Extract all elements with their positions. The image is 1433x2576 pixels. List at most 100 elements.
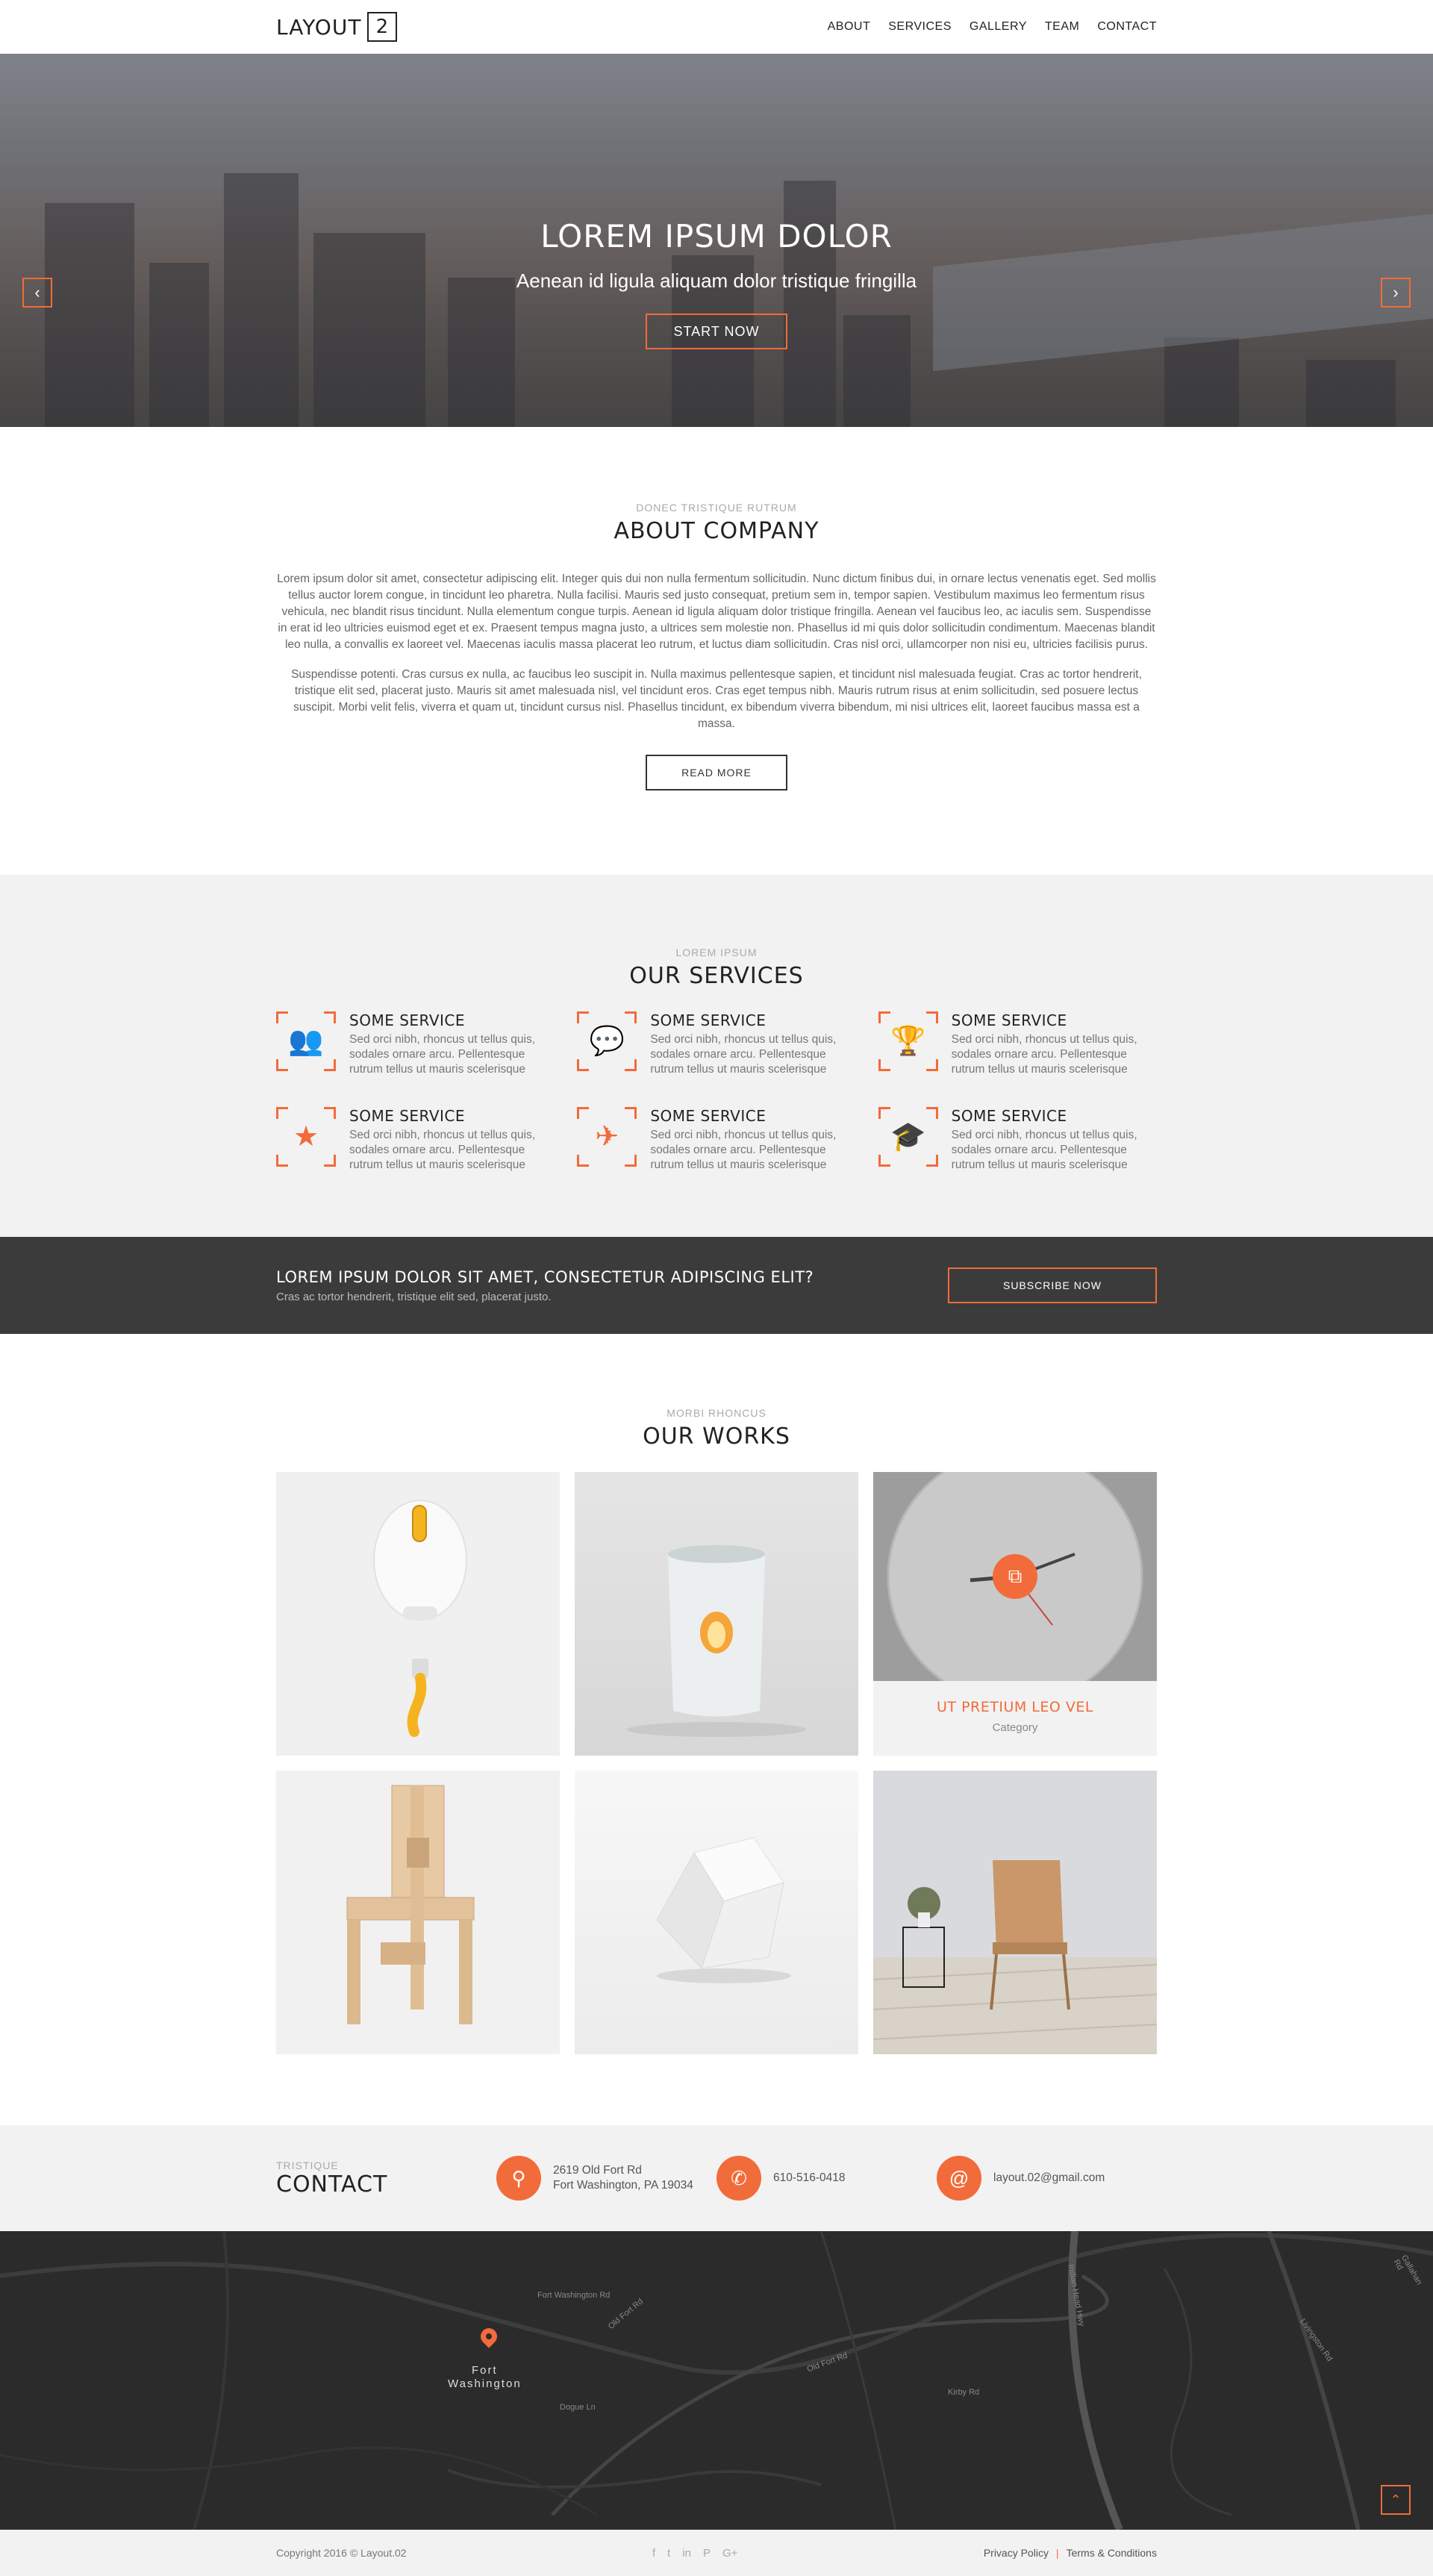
contact-address: ⚲ 2619 Old Fort Rd Fort Washington, PA 1… — [496, 2156, 716, 2201]
nav-contact[interactable]: CONTACT — [1097, 20, 1157, 34]
logo[interactable]: LAYOUT 2 — [276, 12, 398, 42]
works-title: OUR WORKS — [643, 1423, 790, 1450]
works-subtitle: MORBI RHONCUS — [666, 1407, 767, 1419]
service-item: ★ SOME SERVICE Sed orci nibh, rhoncus ut… — [276, 1107, 555, 1173]
scroll-to-top-button[interactable]: ⌃ — [1381, 2485, 1411, 2515]
services-subtitle: LOREM IPSUM — [675, 946, 758, 958]
graduation-cap-glyph: 🎓 — [890, 1121, 926, 1153]
terms-link[interactable]: Terms & Conditions — [1067, 2547, 1157, 2559]
contact-heading: TRISTIQUE CONTACT — [276, 2159, 496, 2198]
social-links: f t in P G+ — [652, 2547, 737, 2560]
service-item: 💬 SOME SERVICE Sed orci nibh, rhoncus ut… — [577, 1011, 855, 1077]
nav-team[interactable]: TEAM — [1045, 20, 1079, 34]
nav-gallery[interactable]: GALLERY — [970, 20, 1027, 34]
service-text: Sed orci nibh, rhoncus ut tellus quis, s… — [650, 1129, 837, 1171]
linkedin-icon[interactable]: in — [682, 2547, 691, 2560]
chat-icon: 💬 — [577, 1011, 637, 1071]
service-title: SOME SERVICE — [650, 1011, 767, 1029]
subscribe-banner: LOREM IPSUM DOLOR SIT AMET, CONSECTETUR … — [0, 1237, 1433, 1334]
users-glyph: 👥 — [288, 1026, 324, 1057]
work-caption: UT PRETIUM LEO VEL Category — [873, 1681, 1157, 1756]
works-section: MORBI RHONCUS OUR WORKS ⧉ UT PRETIUM LEO… — [0, 1334, 1433, 2125]
read-more-button[interactable]: READ MORE — [646, 755, 787, 790]
logo-text: LAYOUT — [276, 14, 362, 40]
service-item: 👥 SOME SERVICE Sed orci nibh, rhoncus ut… — [276, 1011, 555, 1077]
graduation-cap-icon: 🎓 — [878, 1107, 938, 1167]
about-section: DONEC TRISTIQUE RUTRUM ABOUT COMPANY Lor… — [0, 427, 1433, 875]
legal-separator: | — [1055, 2547, 1059, 2559]
phone-number[interactable]: 610-516-0418 — [773, 2171, 846, 2186]
legal-links: Privacy Policy | Terms & Conditions — [984, 2547, 1157, 2559]
pinterest-icon[interactable]: P — [703, 2547, 711, 2560]
users-icon: 👥 — [276, 1011, 336, 1071]
service-item: 🏆 SOME SERVICE Sed orci nibh, rhoncus ut… — [878, 1011, 1157, 1077]
logo-number: 2 — [367, 12, 398, 42]
cube-image — [656, 1837, 791, 1983]
star-glyph: ★ — [293, 1121, 319, 1153]
service-text: Sed orci nibh, rhoncus ut tellus quis, s… — [349, 1129, 535, 1171]
work-cube[interactable] — [575, 1771, 858, 2054]
street-label: Fort Washington Rd — [537, 2291, 611, 2300]
contact-phone: ✆ 610-516-0418 — [716, 2156, 937, 2201]
email-address[interactable]: layout.02@gmail.com — [993, 2171, 1105, 2186]
address-line-2: Fort Washington, PA 19034 — [553, 2179, 693, 2192]
twitter-icon[interactable]: t — [667, 2547, 670, 2560]
services-grid: 👥 SOME SERVICE Sed orci nibh, rhoncus ut… — [276, 1011, 1157, 1173]
privacy-policy-link[interactable]: Privacy Policy — [984, 2547, 1049, 2559]
hero-subtitle: Aenean id ligula aliquam dolor tristique… — [516, 269, 917, 292]
chat-glyph: 💬 — [589, 1026, 625, 1057]
cta-title: LOREM IPSUM DOLOR SIT AMET, CONSECTETUR … — [276, 1267, 814, 1286]
town-line-2: Washington — [448, 2377, 522, 2390]
contact-email: @ layout.02@gmail.com — [937, 2156, 1157, 2201]
contact-title: CONTACT — [276, 2171, 388, 2198]
address-line-1: 2619 Old Fort Rd — [553, 2164, 642, 2177]
work-chair[interactable] — [276, 1771, 560, 2054]
service-item: ✈ SOME SERVICE Sed orci nibh, rhoncus ut… — [577, 1107, 855, 1173]
work-interior[interactable] — [873, 1771, 1157, 2054]
chevron-up-icon: ⌃ — [1390, 2492, 1402, 2507]
hero-content: LOREM IPSUM DOLOR Aenean id ligula aliqu… — [0, 218, 1433, 349]
service-title: SOME SERVICE — [349, 1107, 466, 1125]
contact-subtitle: TRISTIQUE — [276, 2159, 339, 2171]
main-nav: ABOUT SERVICES GALLERY TEAM CONTACT — [828, 20, 1157, 34]
map[interactable]: Old Fort Rd Fort Washington Rd Old Fort … — [0, 2231, 1433, 2530]
about-title: ABOUT COMPANY — [614, 518, 819, 544]
work-candle[interactable] — [575, 1472, 858, 1756]
service-title: SOME SERVICE — [951, 1107, 1067, 1125]
star-icon: ★ — [276, 1107, 336, 1167]
plane-glyph: ✈ — [595, 1121, 619, 1153]
google-plus-icon[interactable]: G+ — [722, 2547, 737, 2560]
service-text: Sed orci nibh, rhoncus ut tellus quis, s… — [650, 1033, 837, 1076]
nav-services[interactable]: SERVICES — [888, 20, 952, 34]
service-title: SOME SERVICE — [951, 1011, 1067, 1029]
map-pin-icon: ⚲ — [496, 2156, 541, 2201]
interior-image — [873, 1860, 1157, 2054]
work-mouse[interactable] — [276, 1472, 560, 1756]
street-label: Dogue Ln — [560, 2403, 596, 2412]
facebook-icon[interactable]: f — [652, 2547, 655, 2560]
external-link-icon[interactable]: ⧉ — [993, 1554, 1037, 1599]
work-clock[interactable]: ⧉ UT PRETIUM LEO VEL Category — [873, 1472, 1157, 1756]
map-town-label: Fort Washington — [448, 2364, 522, 2391]
start-now-button[interactable]: START NOW — [646, 314, 787, 349]
work-caption-category: Category — [992, 1721, 1038, 1734]
about-paragraph-1: Lorem ipsum dolor sit amet, consectetur … — [277, 573, 1156, 651]
contact-section: TRISTIQUE CONTACT ⚲ 2619 Old Fort Rd For… — [0, 2125, 1433, 2231]
town-line-1: Fort — [471, 2364, 498, 2377]
service-text: Sed orci nibh, rhoncus ut tellus quis, s… — [951, 1129, 1137, 1171]
map-roads — [0, 2231, 1433, 2530]
hero-slider: ‹ › LOREM IPSUM DOLOR Aenean id ligula a… — [0, 54, 1433, 427]
nav-about[interactable]: ABOUT — [828, 20, 871, 34]
service-text: Sed orci nibh, rhoncus ut tellus quis, s… — [951, 1033, 1137, 1076]
at-icon: @ — [937, 2156, 981, 2201]
works-grid: ⧉ UT PRETIUM LEO VEL Category — [276, 1472, 1157, 2054]
work-caption-title[interactable]: UT PRETIUM LEO VEL — [873, 1699, 1157, 1715]
plane-icon: ✈ — [577, 1107, 637, 1167]
candle-image — [627, 1545, 806, 1737]
subscribe-now-button[interactable]: SUBSCRIBE NOW — [948, 1267, 1157, 1303]
chair-image — [346, 1785, 475, 2024]
hero-title: LOREM IPSUM DOLOR — [540, 218, 893, 255]
site-footer: Copyright 2016 © Layout.02 f t in P G+ P… — [0, 2530, 1433, 2576]
service-item: 🎓 SOME SERVICE Sed orci nibh, rhoncus ut… — [878, 1107, 1157, 1173]
trophy-glyph: 🏆 — [890, 1026, 926, 1057]
